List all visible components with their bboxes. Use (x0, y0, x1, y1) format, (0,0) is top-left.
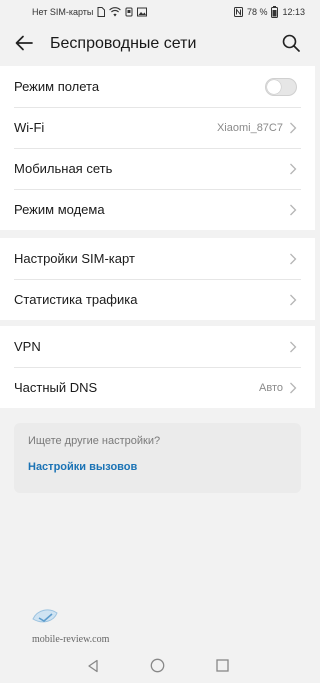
system-nav-bar (0, 648, 315, 683)
row-label: Режим полета (14, 79, 100, 94)
toggle-knob (267, 79, 281, 94)
traffic-stats-row[interactable]: Статистика трафика (0, 279, 315, 320)
page-title: Беспроводные сети (50, 35, 197, 52)
call-settings-link[interactable]: Настройки вызовов (28, 461, 287, 473)
settings-group-sim: Настройки SIM-карт Статистика трафика (0, 238, 315, 320)
settings-group-connectivity: Режим полета Wi-Fi Xiaomi_87C7 Мобильная… (0, 66, 315, 230)
suggestion-box: Ищете другие настройки? Настройки вызово… (14, 423, 301, 493)
watermark-logo-icon (30, 606, 60, 637)
row-label: VPN (14, 339, 41, 354)
app-bar: Беспроводные сети (0, 24, 315, 66)
private-dns-row[interactable]: Частный DNS Авто (0, 367, 315, 408)
notification-icon (125, 7, 133, 17)
nav-recents-button[interactable] (215, 658, 231, 674)
chevron-right-icon (289, 294, 297, 306)
chevron-right-icon (289, 253, 297, 265)
airplane-mode-row[interactable]: Режим полета (0, 66, 315, 107)
sim-settings-row[interactable]: Настройки SIM-карт (0, 238, 315, 279)
watermark-text: mobile-review.com (32, 634, 110, 645)
wifi-network-value: Xiaomi_87C7 (216, 121, 283, 134)
settings-group-vpn-dns: VPN Частный DNS Авто (0, 326, 315, 408)
row-label: Настройки SIM-карт (14, 251, 135, 266)
tethering-row[interactable]: Режим модема (0, 189, 315, 230)
nav-back-button[interactable] (85, 658, 101, 674)
chevron-right-icon (289, 204, 297, 216)
back-button[interactable] (10, 31, 38, 59)
row-label: Режим модема (14, 202, 105, 217)
search-icon (282, 34, 300, 57)
row-label: Wi-Fi (14, 120, 45, 135)
image-notification-icon (137, 7, 148, 17)
airplane-mode-toggle[interactable] (265, 77, 297, 96)
mobile-network-row[interactable]: Мобильная сеть (0, 148, 315, 189)
wifi-row[interactable]: Wi-Fi Xiaomi_87C7 (0, 107, 315, 148)
wifi-icon (109, 7, 122, 17)
battery-percent: 78 % (246, 7, 268, 17)
row-label: Статистика трафика (14, 292, 138, 307)
chevron-right-icon (289, 122, 297, 134)
status-bar: Нет SIM-карты 78 % 12:13 (0, 0, 315, 24)
row-label: Мобильная сеть (14, 161, 113, 176)
private-dns-value: Авто (259, 381, 283, 394)
row-label: Частный DNS (14, 380, 98, 395)
chevron-right-icon (289, 163, 297, 175)
arrow-left-icon (15, 35, 33, 56)
battery-icon (271, 6, 279, 18)
sim-card-icon (97, 7, 106, 17)
nfc-icon (233, 7, 243, 17)
chevron-right-icon (289, 341, 297, 353)
search-button[interactable] (277, 31, 305, 59)
chevron-right-icon (289, 382, 297, 394)
vpn-row[interactable]: VPN (0, 326, 315, 367)
nav-home-button[interactable] (150, 658, 166, 674)
clock: 12:13 (282, 7, 305, 17)
carrier-text: Нет SIM-карты (32, 7, 94, 17)
suggestion-question: Ищете другие настройки? (28, 435, 161, 447)
watermark: mobile-review.com (28, 606, 118, 646)
